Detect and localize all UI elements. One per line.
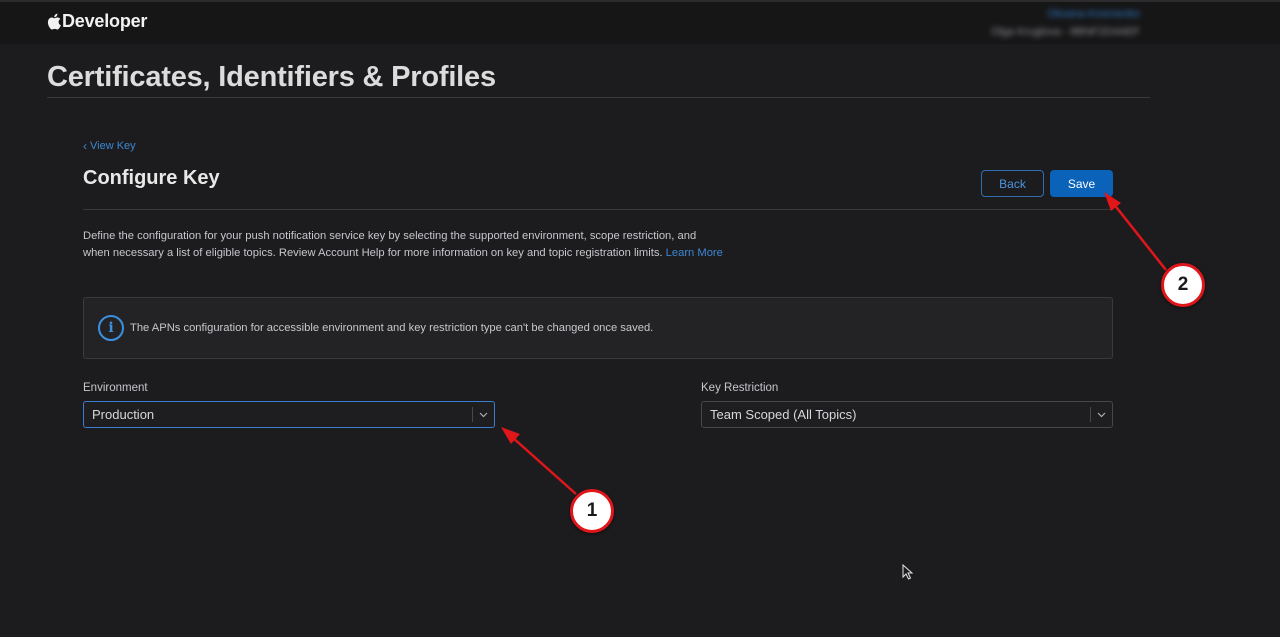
key-restriction-select[interactable]: Team Scoped (All Topics) xyxy=(701,401,1113,428)
key-restriction-select-value: Team Scoped (All Topics) xyxy=(710,407,857,422)
back-button[interactable]: Back xyxy=(981,170,1044,197)
notice-text: The APNs configuration for accessible en… xyxy=(130,322,654,334)
chevron-down-icon xyxy=(473,412,494,418)
section-title: Configure Key xyxy=(83,167,220,189)
apple-logo-icon xyxy=(47,13,61,30)
page-title: Certificates, Identifiers & Profiles xyxy=(47,61,496,93)
chevron-left-icon: ‹ xyxy=(83,139,87,153)
account-team-name: Olga Kruglova - 8BNF2D4AEF xyxy=(990,26,1140,38)
learn-more-link[interactable]: Learn More xyxy=(666,247,723,259)
title-divider xyxy=(47,97,1150,98)
save-button[interactable]: Save xyxy=(1050,170,1113,197)
breadcrumb-label: View Key xyxy=(90,140,136,152)
info-notice: i The APNs configuration for accessible … xyxy=(83,297,1113,359)
description: Define the configuration for your push n… xyxy=(83,228,723,262)
account-link[interactable]: Oksana Kosmenko xyxy=(991,8,1140,20)
environment-label: Environment xyxy=(83,382,148,394)
environment-select-value: Production xyxy=(92,407,155,422)
annotation-arrow-1 xyxy=(501,427,577,495)
environment-select[interactable]: Production xyxy=(83,401,495,428)
annotation-arrow-2 xyxy=(1104,192,1167,271)
breadcrumb-view-key[interactable]: ‹ View Key xyxy=(83,139,136,153)
section-divider xyxy=(83,209,1113,210)
top-navigation-bar: Developer Oksana Kosmenko Olga Kruglova … xyxy=(0,0,1280,44)
chevron-down-icon xyxy=(1091,412,1112,418)
description-text: Define the configuration for your push n… xyxy=(83,230,697,259)
key-restriction-label: Key Restriction xyxy=(701,382,779,394)
annotation-marker-1: 1 xyxy=(570,489,614,533)
mouse-cursor-icon xyxy=(902,564,914,580)
annotation-marker-2: 2 xyxy=(1161,263,1205,307)
brand-label: Developer xyxy=(62,11,148,31)
info-icon: i xyxy=(98,315,124,341)
developer-home-link[interactable]: Developer xyxy=(47,11,147,32)
account-menu[interactable]: Oksana Kosmenko Olga Kruglova - 8BNF2D4A… xyxy=(991,8,1140,38)
